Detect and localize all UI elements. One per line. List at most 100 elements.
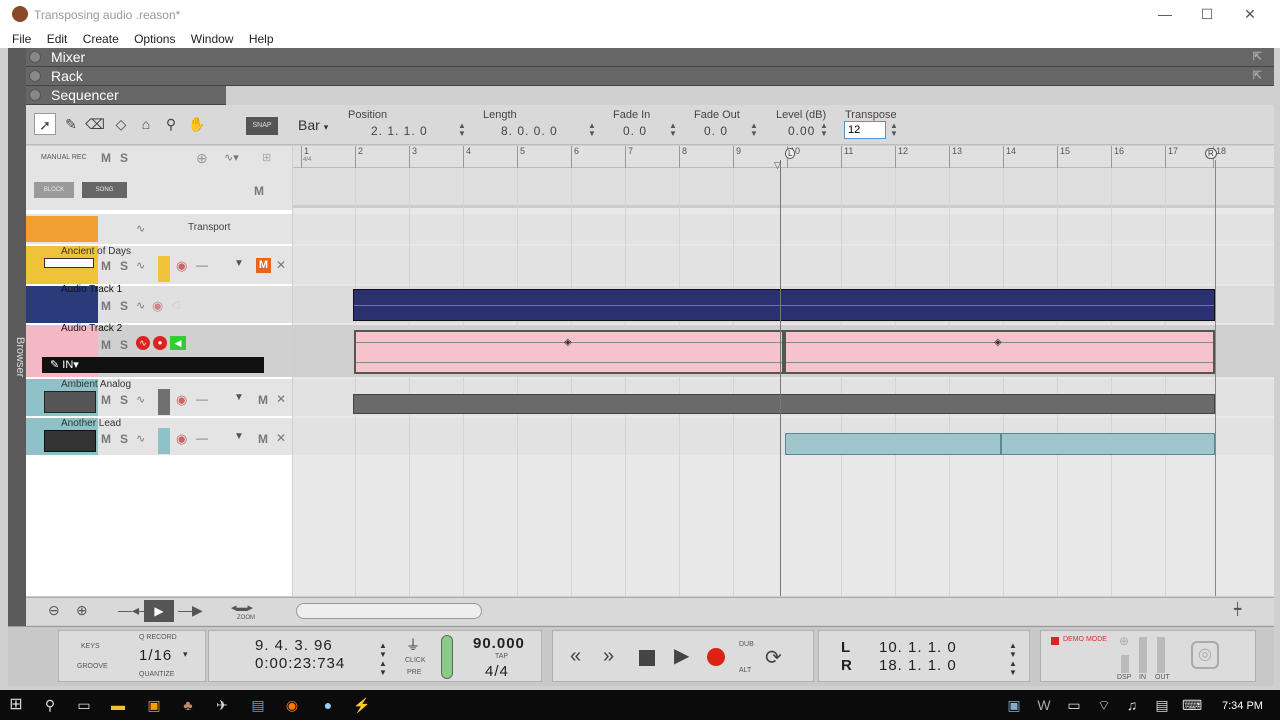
solo-all-button[interactable]: S bbox=[120, 151, 128, 165]
vertical-scroll-handle-icon[interactable]: ┿ bbox=[1234, 602, 1241, 616]
mute-button[interactable]: M bbox=[101, 299, 111, 313]
menu-file[interactable]: File bbox=[6, 31, 37, 47]
note-clip[interactable] bbox=[785, 433, 1001, 455]
signature-field[interactable]: 4/4 bbox=[485, 663, 509, 680]
record-enable-icon[interactable]: ◉ bbox=[176, 258, 187, 274]
automation-icon[interactable]: ∿ bbox=[136, 299, 145, 312]
reason-app-icon[interactable]: ♣ bbox=[178, 695, 198, 715]
delete-track-icon[interactable]: ✕ bbox=[276, 431, 286, 445]
loop-icon[interactable]: ⟳ bbox=[765, 645, 782, 670]
mute-button[interactable]: M bbox=[101, 259, 111, 273]
maximize-button[interactable]: ☐ bbox=[1192, 6, 1222, 23]
alt-button[interactable]: ALT bbox=[739, 667, 751, 674]
rack-toggle-icon[interactable] bbox=[29, 70, 41, 82]
tray-app-icon[interactable]: W bbox=[1034, 695, 1054, 715]
clip-handle-icon[interactable]: ◈ bbox=[564, 337, 572, 348]
firefox-icon[interactable]: ◉ bbox=[282, 695, 302, 715]
select-tool-icon[interactable]: ➚ bbox=[34, 113, 56, 135]
store-icon[interactable]: ▤ bbox=[248, 695, 268, 715]
app-icon[interactable]: ✈ bbox=[212, 695, 232, 715]
transport-lane[interactable] bbox=[293, 214, 1274, 244]
search-icon[interactable]: ⚲ bbox=[40, 695, 60, 715]
transpose-input[interactable] bbox=[844, 121, 886, 139]
q-record-button[interactable]: Q RECORD bbox=[139, 634, 177, 641]
tray-app-icon[interactable]: ▣ bbox=[1004, 695, 1024, 715]
eraser-tool-icon[interactable]: ⌫ bbox=[84, 113, 106, 135]
track-audio-track-1[interactable]: Audio Track 1 M S ∿ ◉ ◁ bbox=[26, 284, 292, 323]
position-stepper-icon[interactable]: ▲ ▼ bbox=[458, 122, 466, 138]
app-icon[interactable]: ● bbox=[318, 695, 338, 715]
block-mode-button[interactable]: BLOCK bbox=[34, 182, 74, 198]
solo-button[interactable]: S bbox=[120, 259, 128, 273]
automation-icon[interactable]: ∿▾ bbox=[224, 151, 239, 164]
fast-forward-icon[interactable]: » bbox=[603, 645, 614, 668]
audio-clip-selected[interactable]: ◈ bbox=[784, 330, 1215, 374]
track-audio-track-2[interactable]: Audio Track 2 M S ∿ ● ◀ ✎ IN▾ bbox=[26, 323, 292, 377]
song-time[interactable]: 0:00:23:734 bbox=[255, 655, 345, 672]
add-track-icon[interactable]: ⊕ bbox=[196, 150, 208, 167]
locator-stepper-icon[interactable]: ▲ ▼ ▲ ▼ bbox=[1009, 641, 1017, 677]
manual-rec-button[interactable]: MANUAL REC bbox=[41, 154, 87, 161]
mixer-panel-header[interactable]: Mixer ⇱ bbox=[26, 48, 1274, 67]
menu-window[interactable]: Window bbox=[185, 31, 240, 47]
chevron-down-icon[interactable]: ▾ bbox=[183, 649, 188, 660]
fade-in-field[interactable]: 0. 0 bbox=[623, 124, 647, 138]
automation-rec-icon[interactable]: ∿ bbox=[136, 336, 150, 350]
minimize-button[interactable]: — bbox=[1150, 6, 1180, 22]
rack-extension-icon[interactable]: ◎ bbox=[1191, 641, 1219, 669]
automation-icon[interactable]: ∿ bbox=[136, 259, 145, 272]
click-level-slider[interactable] bbox=[441, 635, 453, 679]
record-enable-icon[interactable]: ● bbox=[153, 336, 167, 350]
tempo-field[interactable]: 90.000 bbox=[473, 635, 525, 652]
mute-button[interactable]: M bbox=[101, 432, 111, 446]
zoom-out-icon[interactable]: ⊖ bbox=[48, 602, 60, 619]
audio-clip[interactable] bbox=[353, 289, 1215, 321]
clock[interactable]: 7:34 PM bbox=[1222, 700, 1263, 712]
menu-create[interactable]: Create bbox=[77, 31, 125, 47]
mute-button[interactable]: M bbox=[101, 338, 111, 352]
click-button[interactable]: CLICK bbox=[405, 657, 426, 664]
snap-button[interactable]: SNAP bbox=[246, 117, 278, 135]
lane-view-icon[interactable]: ⊞ bbox=[262, 151, 271, 164]
delete-track-icon[interactable]: ✕ bbox=[276, 392, 286, 406]
menu-edit[interactable]: Edit bbox=[41, 31, 74, 47]
mixer-toggle-icon[interactable] bbox=[29, 51, 41, 63]
follow-song-icon[interactable]: ▶ bbox=[144, 600, 174, 622]
record-enable-icon[interactable]: ◉ bbox=[176, 392, 187, 408]
media-app-icon[interactable]: ▣ bbox=[144, 695, 164, 715]
bar-ruler[interactable]: 1 4/4 2 3 4 5 6 7 8 9 10 11 12 13 14 15 … bbox=[293, 146, 1274, 168]
pencil-tool-icon[interactable]: ✎ bbox=[60, 113, 82, 135]
automation-icon[interactable]: ∿ bbox=[136, 432, 145, 445]
horizontal-zoom-icon[interactable]: ◂▬▸ bbox=[231, 601, 253, 614]
solo-button[interactable]: S bbox=[120, 338, 128, 352]
delete-track-icon[interactable]: ✕ bbox=[276, 258, 286, 272]
song-overview-scrollbar[interactable] bbox=[296, 603, 482, 619]
right-locator-field[interactable]: 18. 1. 1. 0 bbox=[879, 657, 957, 674]
monitor-icon[interactable]: — bbox=[196, 392, 208, 406]
note-clip[interactable] bbox=[1001, 433, 1215, 455]
song-position[interactable]: 9. 4. 3. 96 bbox=[255, 637, 333, 654]
level-field[interactable]: 0.00 bbox=[788, 124, 815, 138]
browser-toggle[interactable]: Browser bbox=[8, 48, 26, 638]
solo-button[interactable]: S bbox=[120, 393, 128, 407]
keys-button[interactable]: KEYS bbox=[81, 643, 100, 650]
mute-tool-icon[interactable]: ⌂ bbox=[135, 113, 157, 135]
sequencer-toggle-icon[interactable] bbox=[29, 89, 41, 101]
monitor-icon[interactable]: ◁ bbox=[171, 298, 179, 311]
keyboard-icon[interactable]: ⌨ bbox=[1182, 695, 1202, 715]
menu-options[interactable]: Options bbox=[128, 31, 181, 47]
position-field[interactable]: 2. 1. 1. 0 bbox=[371, 124, 428, 138]
automation-icon[interactable]: ∿ bbox=[136, 393, 145, 406]
tap-tempo-button[interactable]: TAP bbox=[495, 653, 508, 660]
record-enable-icon[interactable]: ◉ bbox=[176, 431, 187, 447]
input-selector[interactable]: ✎ IN▾ bbox=[42, 357, 264, 373]
dub-button[interactable]: DUB bbox=[739, 641, 754, 648]
note-clip[interactable] bbox=[353, 394, 1215, 414]
song-mode-button[interactable]: SONG bbox=[82, 182, 127, 198]
loop-right-marker[interactable]: R bbox=[1205, 148, 1217, 159]
rack-panel-header[interactable]: Rack ⇱ bbox=[26, 67, 1274, 86]
position-stepper-icon[interactable]: ▲ ▼ ▲ ▼ bbox=[379, 641, 387, 677]
audio-clip-selected[interactable]: ◈ bbox=[354, 330, 784, 374]
arrangement-view[interactable]: 1 4/4 2 3 4 5 6 7 8 9 10 11 12 13 14 15 … bbox=[293, 146, 1274, 596]
fade-out-stepper-icon[interactable]: ▲ ▼ bbox=[750, 122, 758, 138]
